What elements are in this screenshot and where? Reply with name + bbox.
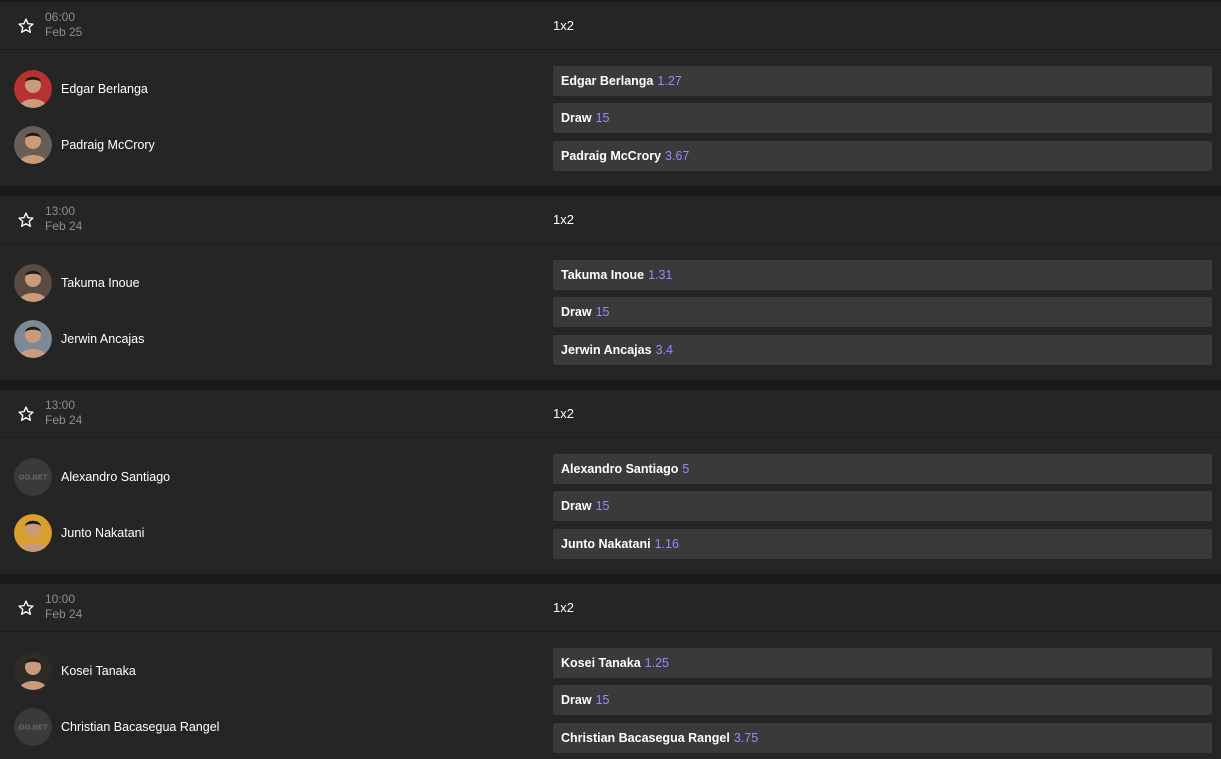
match-header: 10:00 Feb 24 1x2 bbox=[0, 584, 1221, 632]
match-card: 06:00 Feb 25 1x2 Edgar Berlanga Padraig … bbox=[0, 0, 1221, 186]
odd-label: Alexandro Santiago bbox=[561, 462, 679, 476]
odd-value: 1.25 bbox=[644, 656, 670, 670]
match-date: Feb 24 bbox=[45, 219, 83, 233]
odd-button[interactable]: Junto Nakatani 1.16 bbox=[553, 529, 1212, 559]
match-date: Feb 24 bbox=[45, 607, 83, 621]
odd-button[interactable]: Padraig McCrory 3.67 bbox=[553, 141, 1212, 171]
avatar-photo bbox=[14, 126, 52, 164]
odd-value: 15 bbox=[595, 305, 610, 319]
ggbet-logo-avatar: GG.BET bbox=[14, 708, 52, 746]
competitor-row: Takuma Inoue bbox=[14, 263, 140, 303]
star-outline-icon[interactable] bbox=[17, 17, 35, 35]
competitor-name: Kosei Tanaka bbox=[61, 664, 136, 678]
match-header: 06:00 Feb 25 1x2 bbox=[0, 2, 1221, 50]
star-outline-icon[interactable] bbox=[17, 405, 35, 423]
competitor-row: Padraig McCrory bbox=[14, 125, 155, 165]
match-time: 13:00 bbox=[45, 398, 76, 412]
competitor-row: Junto Nakatani bbox=[14, 513, 144, 553]
competitor-name: Junto Nakatani bbox=[61, 526, 145, 540]
match-card: 13:00 Feb 24 1x2 GG.BET Alexandro Santia… bbox=[0, 388, 1221, 574]
odd-label: Padraig McCrory bbox=[561, 149, 662, 163]
market-name: 1x2 bbox=[553, 18, 574, 33]
odd-value: 1.16 bbox=[654, 537, 679, 551]
avatar-photo bbox=[14, 264, 52, 302]
match-time: 10:00 bbox=[45, 592, 76, 606]
match-card: 10:00 Feb 24 1x2 Kosei Tanaka GG.BET Chr… bbox=[0, 582, 1221, 759]
avatar-photo bbox=[14, 70, 52, 108]
odd-value: 1.31 bbox=[648, 268, 673, 282]
odd-value: 3.4 bbox=[655, 343, 673, 357]
ggbet-logo-text: GG.BET bbox=[19, 473, 49, 482]
match-header: 13:00 Feb 24 1x2 bbox=[0, 196, 1221, 244]
match-date: Feb 25 bbox=[45, 25, 83, 39]
odd-button[interactable]: Edgar Berlanga 1.27 bbox=[553, 66, 1212, 96]
star-outline-icon[interactable] bbox=[17, 599, 35, 617]
odd-label: Kosei Tanaka bbox=[561, 656, 641, 670]
ggbet-logo-avatar: GG.BET bbox=[14, 458, 52, 496]
competitor-name: Jerwin Ancajas bbox=[61, 332, 145, 346]
odd-value: 3.67 bbox=[665, 149, 690, 163]
competitor-row: Kosei Tanaka bbox=[14, 651, 136, 691]
match-time: 06:00 bbox=[45, 10, 76, 24]
competitor-row: GG.BET Christian Bacasegua Rangel bbox=[14, 707, 219, 747]
odd-label: Edgar Berlanga bbox=[561, 74, 654, 88]
competitor-name: Edgar Berlanga bbox=[61, 82, 148, 96]
match-card: 13:00 Feb 24 1x2 Takuma Inoue Jerwin Anc… bbox=[0, 194, 1221, 380]
match-header: 13:00 Feb 24 1x2 bbox=[0, 390, 1221, 438]
odd-label: Draw bbox=[561, 305, 592, 319]
odd-value: 1.27 bbox=[657, 74, 682, 88]
odd-button[interactable]: Draw 15 bbox=[553, 103, 1212, 133]
odd-button[interactable]: Kosei Tanaka 1.25 bbox=[553, 648, 1212, 678]
avatar-photo bbox=[14, 320, 52, 358]
odd-button[interactable]: Takuma Inoue 1.31 bbox=[553, 260, 1212, 290]
odd-button[interactable]: Draw 15 bbox=[553, 685, 1212, 715]
match-time: 13:00 bbox=[45, 204, 76, 218]
odd-label: Junto Nakatani bbox=[561, 537, 651, 551]
avatar-photo bbox=[14, 652, 52, 690]
competitor-name: Alexandro Santiago bbox=[61, 470, 171, 484]
odd-button[interactable]: Christian Bacasegua Rangel 3.75 bbox=[553, 723, 1212, 753]
market-name: 1x2 bbox=[553, 406, 574, 421]
competitor-row: Edgar Berlanga bbox=[14, 69, 148, 109]
market-name: 1x2 bbox=[553, 600, 574, 615]
odd-value: 15 bbox=[595, 499, 610, 513]
ggbet-logo-text: GG.BET bbox=[19, 723, 49, 732]
market-name: 1x2 bbox=[553, 212, 574, 227]
odd-label: Christian Bacasegua Rangel bbox=[561, 731, 730, 745]
odd-button[interactable]: Draw 15 bbox=[553, 491, 1212, 521]
odd-label: Draw bbox=[561, 111, 592, 125]
odd-label: Jerwin Ancajas bbox=[561, 343, 652, 357]
odd-value: 15 bbox=[595, 693, 610, 707]
competitor-name: Takuma Inoue bbox=[61, 276, 140, 290]
avatar-photo bbox=[14, 514, 52, 552]
competitor-row: GG.BET Alexandro Santiago bbox=[14, 457, 170, 497]
match-date: Feb 24 bbox=[45, 413, 83, 427]
competitor-name: Padraig McCrory bbox=[61, 138, 155, 152]
odd-value: 15 bbox=[595, 111, 610, 125]
odd-button[interactable]: Alexandro Santiago 5 bbox=[553, 454, 1212, 484]
star-outline-icon[interactable] bbox=[17, 211, 35, 229]
odd-value: 5 bbox=[682, 462, 690, 476]
competitor-name: Christian Bacasegua Rangel bbox=[61, 720, 220, 734]
odd-label: Draw bbox=[561, 693, 592, 707]
competitor-row: Jerwin Ancajas bbox=[14, 319, 144, 359]
odd-button[interactable]: Jerwin Ancajas 3.4 bbox=[553, 335, 1212, 365]
odd-label: Draw bbox=[561, 499, 592, 513]
odd-button[interactable]: Draw 15 bbox=[553, 297, 1212, 327]
odd-label: Takuma Inoue bbox=[561, 268, 645, 282]
odd-value: 3.75 bbox=[733, 731, 759, 745]
